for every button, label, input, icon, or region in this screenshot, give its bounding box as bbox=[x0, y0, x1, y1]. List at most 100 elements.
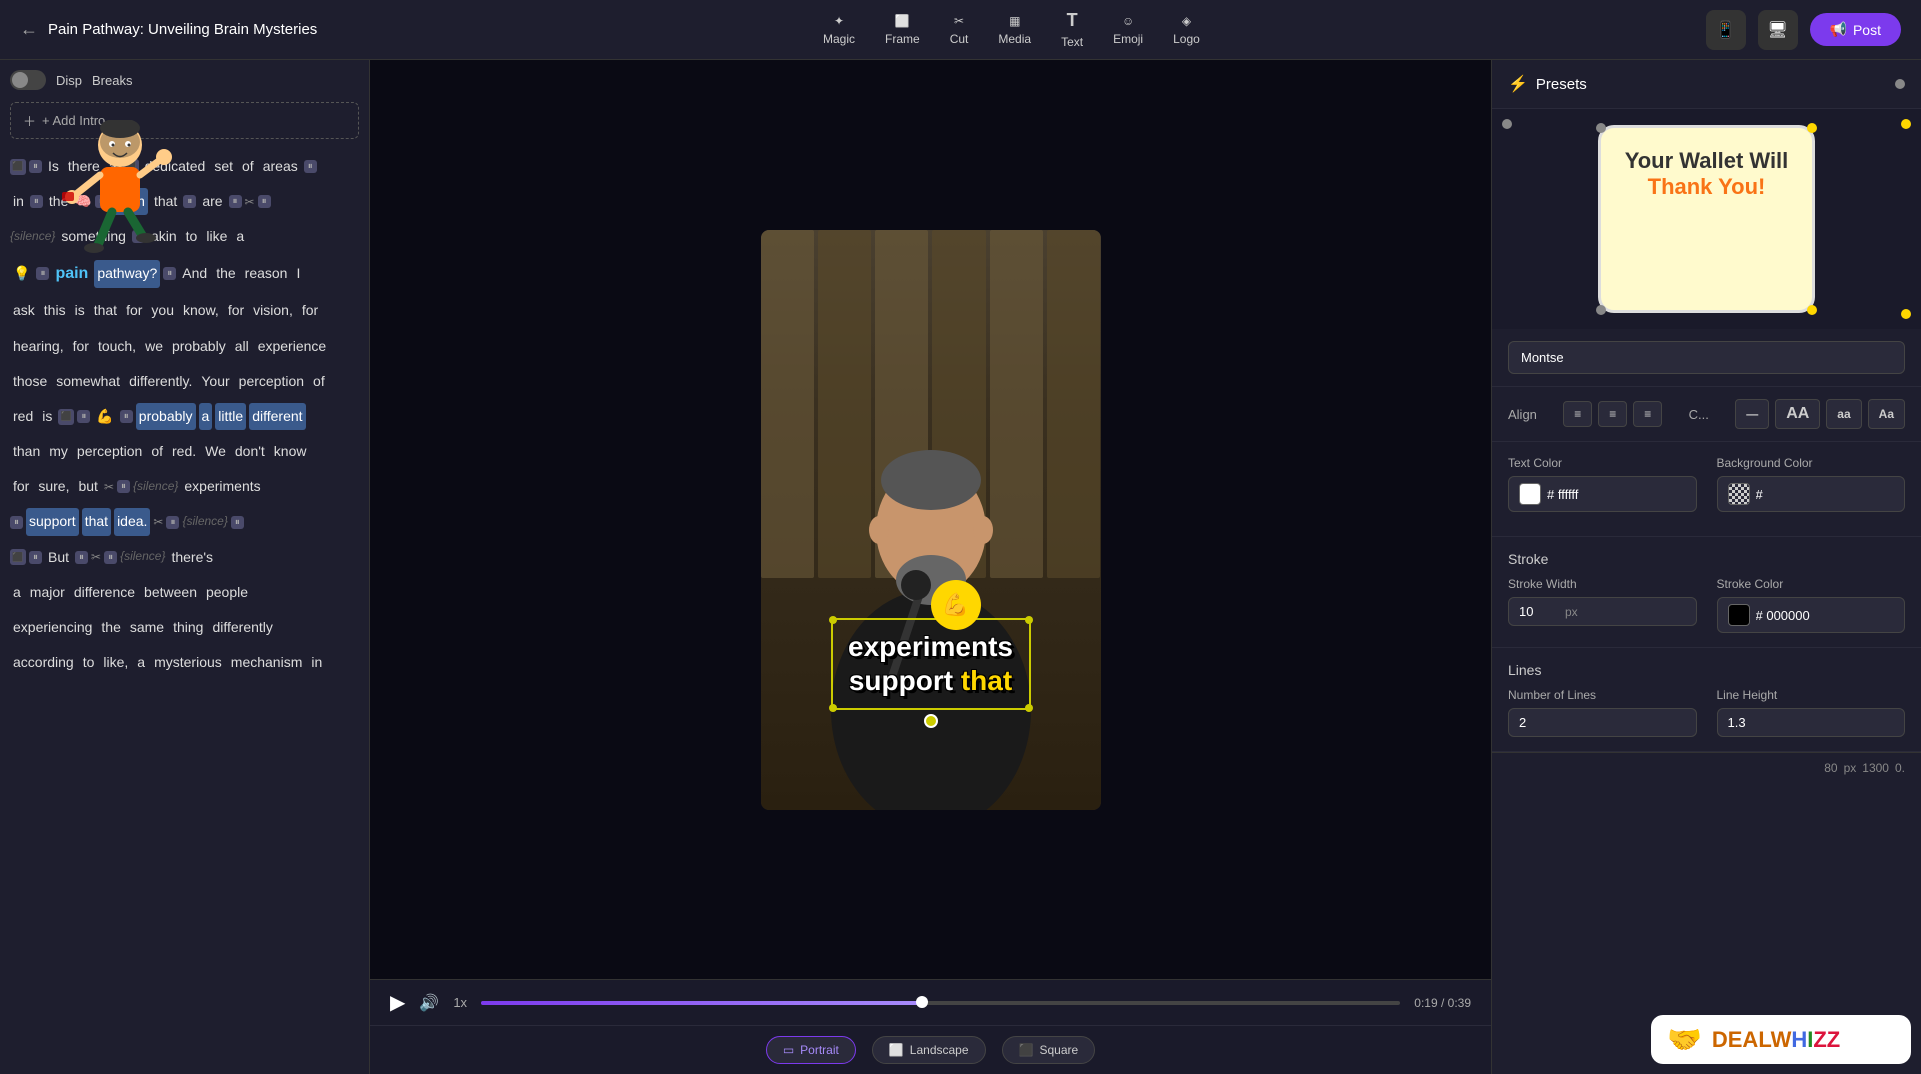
cut-button[interactable]: ✂ bbox=[91, 550, 101, 564]
media-label: Media bbox=[998, 32, 1031, 46]
cut-button[interactable]: ✂ bbox=[245, 195, 255, 209]
text-color-hex[interactable] bbox=[1547, 487, 1627, 502]
deal-icon: 🤝 bbox=[1667, 1023, 1702, 1056]
nav-magic[interactable]: ✦ Magic bbox=[823, 14, 855, 46]
nav-cut[interactable]: ✂ Cut bbox=[950, 14, 969, 46]
stroke-color-hex[interactable] bbox=[1756, 608, 1836, 623]
align-area: Align ≡ ≡ ≡ C... — AA aa Aa bbox=[1492, 387, 1921, 442]
transcript-line: a major difference between people bbox=[10, 579, 359, 606]
pause-button[interactable]: ⏸ bbox=[120, 410, 133, 423]
pause-button[interactable]: ⏸ bbox=[117, 480, 130, 493]
word: experience bbox=[255, 333, 330, 360]
text-icon: T bbox=[1067, 10, 1078, 31]
word: differently bbox=[209, 614, 275, 641]
speed-button[interactable]: 1x bbox=[453, 995, 467, 1010]
word: areas bbox=[260, 153, 301, 180]
segment-button[interactable]: ⬛ bbox=[58, 409, 74, 425]
text-color-label: Text Color bbox=[1508, 456, 1697, 470]
right-panel: ⚡ Presets Your Wallet Will Thank You! bbox=[1491, 60, 1921, 1074]
nav-logo[interactable]: ◈ Logo bbox=[1173, 14, 1200, 46]
word: 💪 bbox=[93, 403, 116, 430]
pause-button[interactable]: ⏸ bbox=[77, 410, 90, 423]
cut-button[interactable]: ✂ bbox=[153, 515, 163, 529]
segment-button[interactable]: ⬛ bbox=[10, 549, 26, 565]
align-center-button[interactable]: ≡ bbox=[1598, 401, 1627, 427]
card-dot-tl bbox=[1596, 123, 1606, 133]
stroke-color-label: Stroke Color bbox=[1717, 577, 1906, 591]
text-color-swatch[interactable] bbox=[1519, 483, 1541, 505]
bg-color-label: Background Color bbox=[1717, 456, 1906, 470]
nav-frame[interactable]: ⬜ Frame bbox=[885, 14, 920, 46]
pause-button[interactable]: ⏸ bbox=[166, 516, 179, 529]
lines-num-input[interactable] bbox=[1508, 708, 1697, 737]
emoji-icon: ☺ bbox=[1122, 14, 1134, 28]
font-input[interactable] bbox=[1508, 341, 1905, 374]
line-height-input[interactable] bbox=[1717, 708, 1906, 737]
pause-button[interactable]: ⏸ bbox=[10, 516, 23, 529]
mobile-preview-btn[interactable]: 📱 bbox=[1706, 10, 1746, 50]
display-toggle[interactable] bbox=[10, 70, 46, 90]
word: to bbox=[80, 649, 98, 676]
word: sure, bbox=[35, 473, 72, 500]
post-button[interactable]: 📢 Post bbox=[1810, 13, 1901, 46]
pause-button[interactable]: ⏸ bbox=[36, 267, 49, 280]
word: of bbox=[239, 153, 257, 180]
align-right-button[interactable]: ≡ bbox=[1633, 401, 1662, 427]
subtitle-overlay[interactable]: experiments support that bbox=[831, 618, 1031, 709]
pause-button[interactable]: ⏸ bbox=[29, 551, 42, 564]
progress-fill bbox=[481, 1001, 922, 1005]
stroke-width-value[interactable] bbox=[1519, 604, 1559, 619]
bg-color-hex[interactable] bbox=[1756, 487, 1836, 502]
play-button[interactable]: ▶ bbox=[390, 990, 405, 1015]
pause-button[interactable]: ⏸ bbox=[29, 160, 42, 173]
word: perception bbox=[74, 438, 145, 465]
pause-button[interactable]: ⏸ bbox=[231, 516, 244, 529]
progress-bar[interactable] bbox=[481, 1001, 1400, 1005]
pause-button[interactable]: ⏸ bbox=[104, 551, 117, 564]
desktop-preview-btn[interactable]: 🖥 bbox=[1758, 10, 1798, 50]
volume-button[interactable]: 🔊 bbox=[419, 993, 439, 1013]
stroke-color-swatch[interactable] bbox=[1728, 604, 1750, 626]
large-aa-button[interactable]: AA bbox=[1775, 399, 1820, 429]
small-aa-button[interactable]: aa bbox=[1826, 399, 1861, 429]
decrease-size-button[interactable]: — bbox=[1735, 399, 1769, 429]
bottom-val2: px bbox=[1844, 761, 1857, 775]
landscape-button[interactable]: ⬜ Landscape bbox=[872, 1036, 986, 1064]
pause-button[interactable]: ⏸ bbox=[75, 551, 88, 564]
bottom-val1: 80 bbox=[1824, 761, 1837, 775]
square-button[interactable]: ⬛ Square bbox=[1002, 1036, 1096, 1064]
portrait-button[interactable]: ▭ Portrait bbox=[766, 1036, 856, 1064]
pause-button[interactable]: ⏸ bbox=[30, 195, 43, 208]
word: of bbox=[310, 368, 328, 395]
align-left-button[interactable]: ≡ bbox=[1563, 401, 1592, 427]
segment-button[interactable]: ⬛ bbox=[10, 159, 26, 175]
nav-emoji[interactable]: ☺ Emoji bbox=[1113, 14, 1143, 46]
cut-icon: ✂ bbox=[954, 14, 964, 28]
word: 💡 bbox=[10, 260, 33, 287]
word: like bbox=[203, 223, 230, 250]
word: experiencing bbox=[10, 614, 95, 641]
rotate-handle[interactable] bbox=[924, 714, 938, 728]
back-button[interactable]: ← bbox=[20, 19, 38, 40]
pause-button[interactable]: ⏸ bbox=[304, 160, 317, 173]
nav-media[interactable]: ▦ Media bbox=[998, 14, 1031, 46]
cut-button[interactable]: ✂ bbox=[104, 480, 114, 494]
video-background: 💪 experiments support that bbox=[761, 230, 1101, 810]
word-highlighted: a bbox=[199, 403, 213, 430]
bg-color-swatch[interactable] bbox=[1728, 483, 1750, 505]
resize-handle-tl[interactable] bbox=[829, 616, 837, 624]
progress-thumb[interactable] bbox=[916, 996, 928, 1008]
resize-handle-tr[interactable] bbox=[1025, 616, 1033, 624]
color-section: Text Color Background Color bbox=[1492, 442, 1921, 537]
nav-text[interactable]: T Text bbox=[1061, 10, 1083, 49]
pause-button[interactable]: ⏸ bbox=[229, 195, 242, 208]
portrait-icon: ▭ bbox=[783, 1043, 794, 1057]
word: somewhat bbox=[53, 368, 123, 395]
square-icon: ⬛ bbox=[1019, 1043, 1034, 1057]
silence-tag: {silence} bbox=[120, 546, 165, 568]
pause-button[interactable]: ⏸ bbox=[183, 195, 196, 208]
word: people bbox=[203, 579, 251, 606]
pause-button[interactable]: ⏸ bbox=[258, 195, 271, 208]
capitalize-button[interactable]: Aa bbox=[1868, 399, 1905, 429]
frame-label: Frame bbox=[885, 32, 920, 46]
